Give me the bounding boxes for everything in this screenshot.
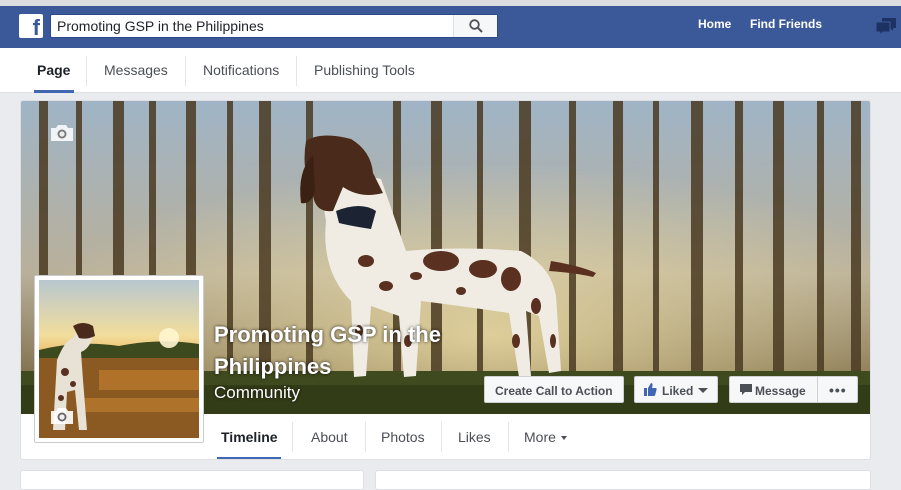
active-tab-indicator [217,457,281,459]
nav-find-friends-link[interactable]: Find Friends [750,17,822,31]
tab-about[interactable]: About [311,429,348,445]
thumbs-up-icon [644,383,657,396]
tab-more[interactable]: More [524,429,567,445]
search-box [50,14,498,38]
more-options-button[interactable]: ••• [817,376,858,403]
page-category[interactable]: Community [214,383,300,403]
profile-picture[interactable] [34,275,204,443]
camera-icon[interactable] [49,123,75,143]
right-column-card [375,470,871,490]
top-navigation-bar: f Home Find Friends [0,0,901,48]
create-call-to-action-button[interactable]: Create Call to Action [484,376,624,403]
tab-divider [86,56,87,86]
tab-publishing-tools[interactable]: Publishing Tools [314,62,415,78]
chevron-down-icon [698,388,708,393]
chevron-down-icon [560,436,567,441]
tab-photos[interactable]: Photos [381,429,425,445]
search-icon [469,19,483,33]
page-title[interactable]: Promoting GSP in the Philippines [214,319,484,383]
nav-home-link[interactable]: Home [698,17,731,31]
tab-divider [185,56,186,86]
tab-divider [508,422,509,452]
message-button[interactable]: Message [729,376,818,403]
tab-timeline[interactable]: Timeline [221,429,278,445]
tab-divider [441,422,442,452]
tab-divider [296,56,297,86]
tab-likes[interactable]: Likes [458,429,491,445]
active-tab-indicator [34,90,74,93]
search-button[interactable] [453,15,497,37]
search-input[interactable] [57,18,452,34]
tab-divider [292,422,293,452]
left-column-card [20,470,364,490]
chat-bubble-icon [740,384,752,395]
tab-divider [365,422,366,452]
messages-jewel-icon[interactable] [874,16,898,38]
liked-button[interactable]: Liked [634,376,718,403]
tab-page[interactable]: Page [37,62,70,78]
tab-notifications[interactable]: Notifications [203,62,279,78]
facebook-logo-icon[interactable]: f [19,14,43,40]
camera-icon[interactable] [49,406,75,426]
page-admin-tabs: Page Messages Notifications Publishing T… [0,48,901,93]
tab-messages[interactable]: Messages [104,62,168,78]
